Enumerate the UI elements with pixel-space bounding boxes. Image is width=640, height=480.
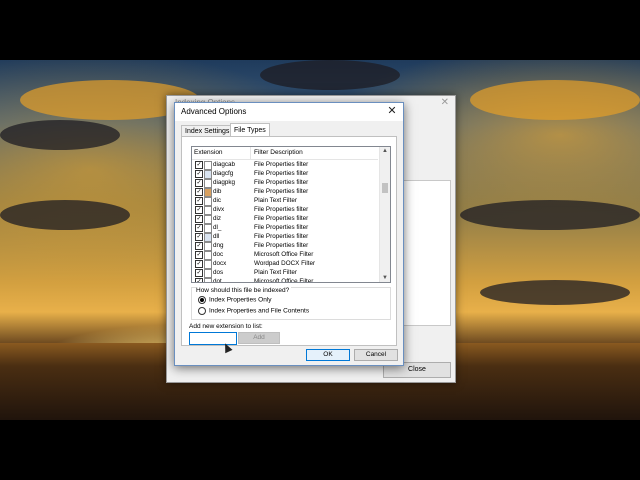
extension-cell: dll [213, 233, 220, 240]
file-types-tab-panel: Extension Filter Description ✓ diagcab Fil… [181, 136, 397, 354]
description-cell: File Properties filter [254, 233, 309, 240]
letterbox-top [0, 0, 640, 60]
cancel-button[interactable]: Cancel [354, 349, 398, 361]
description-cell: Microsoft Office Filter [254, 278, 314, 283]
add-button[interactable]: Add [238, 332, 280, 344]
add-extension-label: Add new extension to list: [189, 323, 263, 330]
extension-cell: divx [213, 206, 225, 213]
description-cell: Wordpad DOCX Filter [254, 260, 316, 267]
description-cell: Microsoft Office Filter [254, 251, 314, 258]
checkbox[interactable]: ✓ [195, 242, 203, 250]
description-cell: Plain Text Filter [254, 269, 297, 276]
extension-cell: diz [213, 215, 222, 222]
list-item[interactable]: ✓ diz File Properties filter [192, 214, 378, 224]
checkbox[interactable]: ✓ [195, 224, 203, 232]
list-item[interactable]: ✓ docx Wordpad DOCX Filter [192, 259, 378, 269]
checkbox[interactable]: ✓ [195, 260, 203, 268]
extension-cell: dic [213, 197, 222, 204]
list-item[interactable]: ✓ dot Microsoft Office Filter [192, 277, 378, 283]
description-cell: File Properties filter [254, 188, 309, 195]
extension-cell: dng [213, 242, 224, 249]
extension-cell: dos [213, 269, 224, 276]
indexing-options-close-icon[interactable]: ✕ [441, 97, 449, 108]
checkbox[interactable]: ✓ [195, 251, 203, 259]
extension-cell: doc [213, 251, 224, 258]
list-scrollbar[interactable]: ▲ ▼ [379, 147, 390, 282]
checkbox[interactable]: ✓ [195, 269, 203, 277]
file-types-list[interactable]: Extension Filter Description ✓ diagcab Fil… [191, 146, 391, 283]
extension-cell: diagcfg [213, 170, 234, 177]
extension-cell: dot [213, 278, 222, 283]
list-item[interactable]: ✓ doc Microsoft Office Filter [192, 250, 378, 260]
radio-properties-and-contents[interactable]: Index Properties and File Contents [198, 307, 309, 315]
scroll-down-icon[interactable]: ▼ [382, 275, 388, 281]
list-item[interactable]: ✓ diagcfg File Properties filter [192, 169, 378, 179]
list-rows: ✓ diagcab File Properties filter ✓ diagcfg Fi… [192, 160, 378, 283]
list-item[interactable]: ✓ diagpkg File Properties filter [192, 178, 378, 188]
list-header: Extension Filter Description [192, 147, 378, 160]
checkbox[interactable]: ✓ [195, 197, 203, 205]
scroll-thumb[interactable] [382, 183, 388, 193]
wallpaper-cloud [0, 120, 120, 150]
list-item[interactable]: ✓ dll File Properties filter [192, 232, 378, 242]
extension-cell: docx [213, 260, 227, 267]
extension-cell: dl_ [213, 224, 222, 231]
ok-button[interactable]: OK [306, 349, 350, 361]
advanced-options-dialog: Advanced Options ✕ Index Settings File T… [174, 102, 404, 366]
extension-cell: diagcab [213, 161, 236, 168]
description-cell: File Properties filter [254, 179, 309, 186]
description-cell: File Properties filter [254, 170, 309, 177]
list-item[interactable]: ✓ divx File Properties filter [192, 205, 378, 215]
extension-cell: diagpkg [213, 179, 236, 186]
description-cell: File Properties filter [254, 224, 309, 231]
list-item[interactable]: ✓ diagcab File Properties filter [192, 160, 378, 170]
checkbox[interactable]: ✓ [195, 278, 203, 282]
wallpaper-cloud [460, 200, 640, 230]
description-cell: File Properties filter [254, 215, 309, 222]
description-cell: File Properties filter [254, 242, 309, 249]
column-divider[interactable] [250, 147, 251, 159]
extension-cell: dib [213, 188, 222, 195]
checkbox[interactable]: ✓ [195, 188, 203, 196]
dialog-title: Advanced Options [181, 107, 247, 116]
radio-properties-and-contents-label: Index Properties and File Contents [209, 307, 310, 315]
tab-file-types[interactable]: File Types [230, 123, 270, 137]
description-cell: File Properties filter [254, 161, 309, 168]
checkbox[interactable]: ✓ [195, 233, 203, 241]
wallpaper-cloud [0, 200, 130, 230]
dialog-titlebar: Advanced Options ✕ [175, 103, 403, 121]
wallpaper-cloud [470, 80, 640, 120]
doc-icon [204, 278, 212, 282]
checkbox[interactable]: ✓ [195, 170, 203, 178]
list-item[interactable]: ✓ dng File Properties filter [192, 241, 378, 251]
index-method-group: How should this file be indexed? Index P… [191, 287, 391, 320]
list-item[interactable]: ✓ dl_ File Properties filter [192, 223, 378, 233]
radio-properties-only-label: Index Properties Only [209, 296, 272, 304]
column-header-description[interactable]: Filter Description [254, 149, 303, 156]
radio-button-selected[interactable] [198, 296, 206, 304]
scroll-up-icon[interactable]: ▲ [382, 148, 388, 154]
column-header-extension[interactable]: Extension [194, 149, 223, 156]
description-cell: Plain Text Filter [254, 197, 297, 204]
checkbox[interactable]: ✓ [195, 179, 203, 187]
description-cell: File Properties filter [254, 206, 309, 213]
indexing-options-list-panel [403, 180, 451, 326]
checkbox[interactable]: ✓ [195, 206, 203, 214]
list-item[interactable]: ✓ dib File Properties filter [192, 187, 378, 197]
list-item[interactable]: ✓ dos Plain Text Filter [192, 268, 378, 278]
list-item[interactable]: ✓ dic Plain Text Filter [192, 196, 378, 206]
wallpaper-cloud [260, 60, 400, 90]
radio-properties-only[interactable]: Index Properties Only [198, 296, 272, 304]
close-icon[interactable]: ✕ [385, 105, 399, 119]
radio-button[interactable] [198, 307, 206, 315]
wallpaper-cloud [480, 280, 630, 305]
checkbox[interactable]: ✓ [195, 215, 203, 223]
letterbox-bottom [0, 420, 640, 480]
checkbox[interactable]: ✓ [195, 161, 203, 169]
index-method-question: How should this file be indexed? [196, 287, 292, 294]
